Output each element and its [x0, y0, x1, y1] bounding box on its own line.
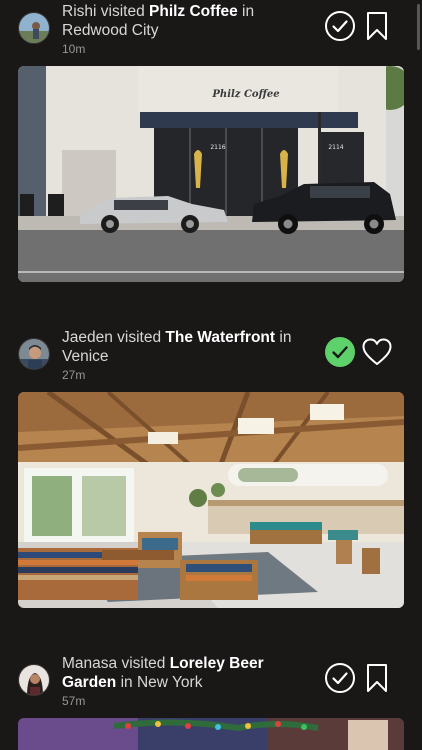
post-time: 27m [62, 368, 86, 382]
user-name[interactable]: Manasa [62, 655, 117, 672]
post-preposition: in [242, 3, 255, 20]
place-name[interactable]: The Waterfront [165, 329, 275, 346]
check-circle-icon [325, 11, 355, 41]
post-photo[interactable] [18, 392, 404, 608]
post-preposition: in [120, 674, 133, 691]
post-verb: visited [121, 655, 166, 672]
place-location: Venice [62, 348, 109, 365]
check-in-button[interactable] [324, 336, 356, 368]
post-time: 10m [62, 42, 86, 56]
bookmark-icon [367, 12, 387, 40]
bookmark-button[interactable] [361, 10, 393, 42]
post-text: Jaeden visited The Waterfront in Venice … [62, 328, 312, 382]
post-photo[interactable] [18, 718, 404, 750]
address-number: 2116 [210, 144, 225, 151]
avatar[interactable] [18, 338, 50, 370]
activity-feed: Rishi visited Philz Coffee in Redwood Ci… [0, 0, 422, 750]
user-name[interactable]: Jaeden [62, 329, 113, 346]
user-name[interactable]: Rishi [62, 3, 96, 20]
check-in-button[interactable] [324, 662, 356, 694]
check-in-button[interactable] [324, 10, 356, 42]
post-header: Jaeden visited The Waterfront in Venice … [0, 326, 422, 382]
place-name[interactable]: Philz Coffee [149, 3, 238, 20]
heart-icon [362, 338, 392, 365]
feed-post: Jaeden visited The Waterfront in Venice … [0, 326, 422, 608]
address-number: 2114 [328, 144, 343, 151]
check-circle-icon [325, 663, 355, 693]
post-verb: visited [100, 3, 145, 20]
bookmark-button[interactable] [361, 662, 393, 694]
like-button[interactable] [361, 336, 393, 368]
bookmark-icon [367, 664, 387, 692]
avatar[interactable] [18, 664, 50, 696]
store-sign: Philz Coffee [211, 89, 279, 100]
feed-post: Rishi visited Philz Coffee in Redwood Ci… [0, 0, 422, 282]
feed-post: Manasa visited Loreley Beer Garden in Ne… [0, 652, 422, 750]
post-time: 57m [62, 694, 86, 708]
post-verb: visited [117, 329, 162, 346]
post-photo[interactable]: Philz Coffee 2116 2114 [18, 66, 404, 282]
post-header: Rishi visited Philz Coffee in Redwood Ci… [0, 0, 422, 56]
place-location: Redwood City [62, 22, 159, 39]
post-text: Rishi visited Philz Coffee in Redwood Ci… [62, 2, 312, 56]
check-circle-filled-icon [325, 337, 355, 367]
post-header: Manasa visited Loreley Beer Garden in Ne… [0, 652, 422, 708]
post-preposition: in [279, 329, 292, 346]
place-location: New York [136, 674, 203, 691]
post-text: Manasa visited Loreley Beer Garden in Ne… [62, 654, 312, 708]
avatar[interactable] [18, 12, 50, 44]
